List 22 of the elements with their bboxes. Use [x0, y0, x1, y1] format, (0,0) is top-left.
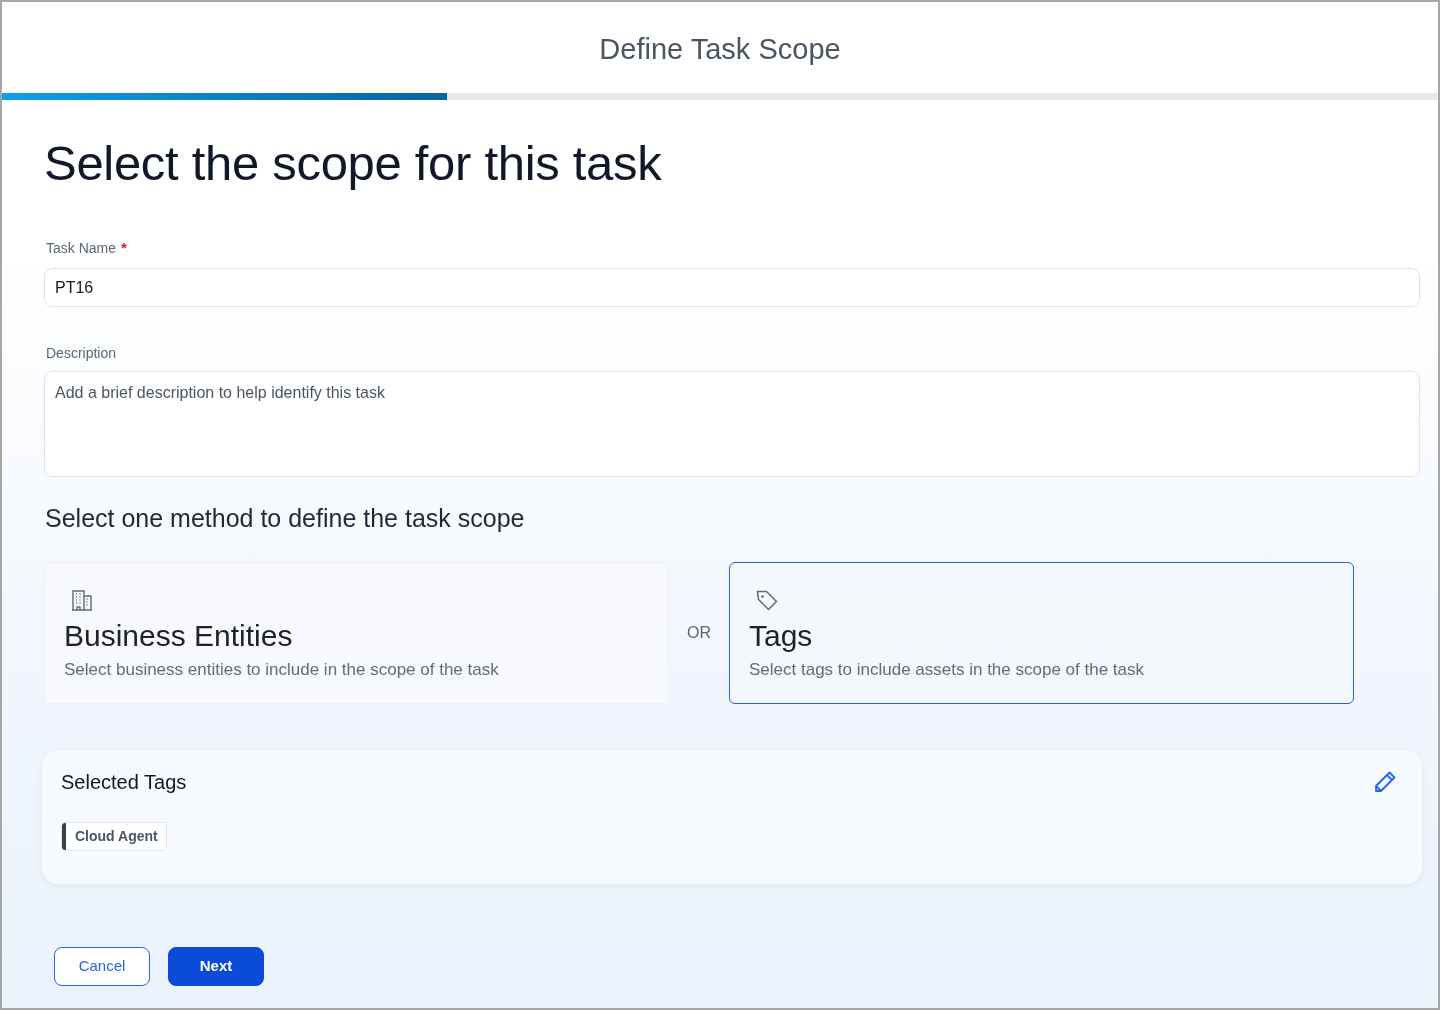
- section-title: Select one method to define the task scope: [45, 503, 526, 533]
- field-label: Description: [46, 343, 117, 363]
- method-card[interactable]: Tags Select tags to include assets in the scope of the task: [729, 562, 1354, 704]
- tag-icon: [755, 588, 779, 612]
- cancel-button[interactable]: Cancel: [54, 947, 150, 986]
- card-description: Select tags to include assets in the scope of the task: [749, 659, 1145, 681]
- required-mark: *: [121, 237, 127, 258]
- next-button[interactable]: Next: [168, 947, 264, 986]
- description-field[interactable]: Add a brief description to help identify this task: [44, 371, 1420, 477]
- text-field[interactable]: PT16: [44, 268, 1420, 307]
- tag-label: Cloud Agent: [74, 827, 159, 846]
- page-title: Define Task Scope: [599, 31, 841, 67]
- separator-label: OR: [687, 623, 711, 643]
- page-heading: Select the scope for this task: [44, 135, 663, 192]
- card-description: Select business entities to include in the scope of the task: [64, 659, 500, 681]
- field-label: Task Name: [46, 238, 117, 258]
- panel-title: Selected Tags: [61, 770, 187, 795]
- card-title: Business Entities: [64, 618, 294, 654]
- card-title: Tags: [749, 618, 814, 654]
- pencil-icon[interactable]: [1373, 770, 1397, 794]
- method-card[interactable]: Business Entities Select business entities to include in the scope of the task: [44, 562, 669, 704]
- buildings-icon: [70, 588, 94, 612]
